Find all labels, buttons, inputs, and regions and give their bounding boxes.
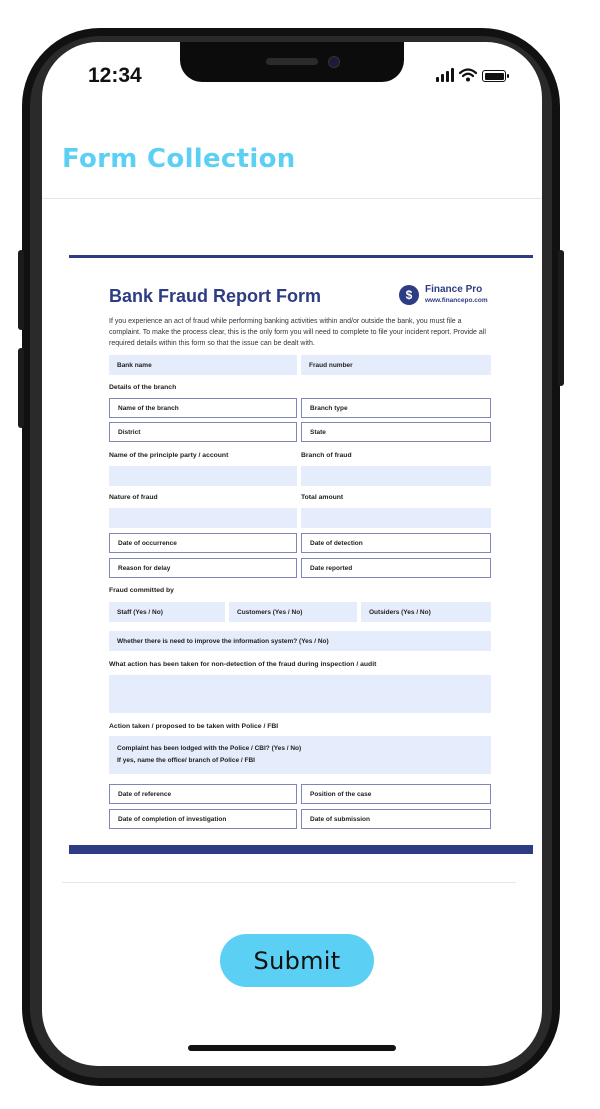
nature-of-fraud-label: Nature of fraud [109, 494, 158, 501]
action-police-label: Action taken / proposed to be taken with… [109, 723, 279, 730]
reason-delay-field: Reason for delay [109, 558, 297, 578]
speaker-grille [266, 58, 318, 65]
date-detection-field: Date of detection [301, 533, 491, 553]
form-bottom-bar [69, 845, 533, 854]
improve-info-field: Whether there is need to improve the inf… [109, 631, 491, 651]
dollar-logo-icon: $ [399, 285, 419, 305]
branch-type-field: Branch type [301, 398, 491, 418]
principle-party-input [109, 466, 297, 486]
notch [180, 42, 404, 82]
brand-url: www.financepo.com [425, 297, 488, 304]
front-camera [328, 56, 340, 68]
form-intro: If you experience an act of fraud while … [109, 318, 486, 347]
bank-name-field: Bank name [109, 355, 297, 375]
date-occurrence-field: Date of occurrence [109, 533, 297, 553]
submit-button[interactable]: Submit [220, 934, 374, 987]
volume-up-button [18, 250, 24, 330]
date-submission-field: Date of submission [301, 809, 491, 829]
state-field: State [301, 422, 491, 442]
volume-down-button [18, 348, 24, 428]
date-completion-field: Date of completion of investigation [109, 809, 297, 829]
page-title: Form Collection [62, 144, 296, 174]
district-field: District [109, 422, 297, 442]
power-button [558, 250, 564, 386]
action-non-detection-label: What action has been taken for non-detec… [109, 661, 377, 668]
nature-of-fraud-input [109, 508, 297, 528]
customers-field: Customers (Yes / No) [229, 602, 357, 622]
wifi-icon [459, 68, 477, 82]
principle-party-label: Name of the principle party / account [109, 452, 229, 459]
date-reported-field: Date reported [301, 558, 491, 578]
form-title: Bank Fraud Report Form [109, 286, 322, 306]
branch-of-fraud-label: Branch of fraud [301, 452, 352, 459]
signal-icon [436, 68, 454, 82]
branch-of-fraud-input [301, 466, 491, 486]
home-indicator[interactable] [188, 1045, 396, 1051]
header-divider [42, 198, 542, 199]
details-branch-label: Details of the branch [109, 384, 177, 391]
branch-name-field: Name of the branch [109, 398, 297, 418]
brand-name: Finance Pro [425, 284, 483, 295]
position-case-field: Position of the case [301, 784, 491, 804]
fraud-number-field: Fraud number [301, 355, 491, 375]
footer-divider [62, 882, 516, 883]
date-reference-field: Date of reference [109, 784, 297, 804]
complaint-lodged-text: Complaint has been lodged with the Polic… [117, 745, 302, 752]
total-amount-label: Total amount [301, 494, 344, 501]
action-non-detection-input [109, 675, 491, 713]
complaint-lodged-field: Complaint has been lodged with the Polic… [109, 736, 491, 774]
total-amount-input [301, 508, 491, 528]
outsiders-field: Outsiders (Yes / No) [361, 602, 491, 622]
form-document-image: Bank Fraud Report Form $ Finance Pro www… [69, 255, 533, 858]
staff-field: Staff (Yes / No) [109, 602, 225, 622]
status-icons [436, 68, 509, 82]
phone-screen: 12:34 Form Collection Bank Fraud Report … [42, 42, 542, 1066]
battery-icon [482, 70, 509, 82]
office-branch-text: If yes, name the office/ branch of Polic… [117, 757, 255, 764]
status-time: 12:34 [88, 64, 142, 87]
fraud-committed-label: Fraud committed by [109, 587, 174, 594]
